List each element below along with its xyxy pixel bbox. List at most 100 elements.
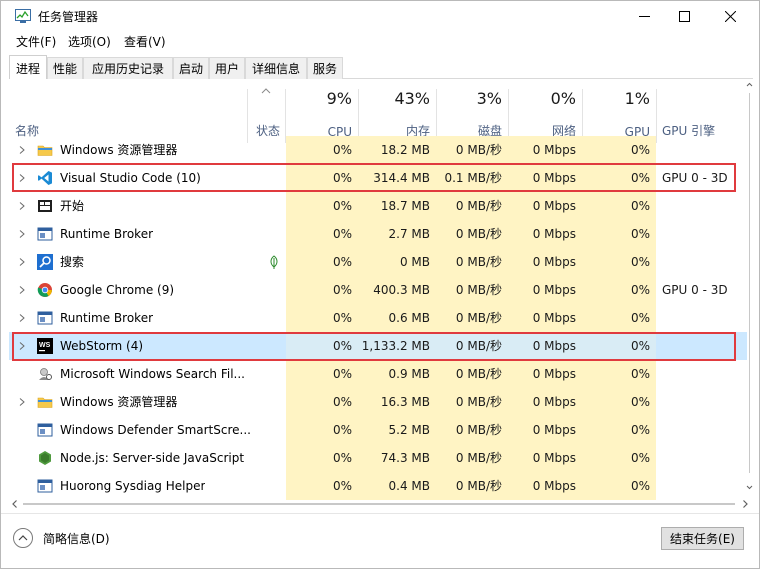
window-app-icon — [37, 422, 53, 438]
process-name: Windows Defender SmartScre... — [60, 423, 250, 437]
gpu-engine-cell — [656, 360, 740, 388]
network-cell: 0 Mbps — [508, 248, 582, 276]
vertical-scrollbar[interactable] — [746, 79, 753, 497]
fewer-details-link[interactable]: 简略信息(D) — [43, 530, 110, 547]
cpu-cell: 0% — [286, 472, 358, 500]
tab-performance[interactable]: 性能 — [47, 57, 83, 79]
table-row[interactable]: Windows Defender SmartScre... 0% 5.2 MB 0 M… — [9, 416, 747, 444]
menu-bar: 文件(F) 选项(O) 查看(V) — [1, 31, 759, 52]
maximize-button[interactable] — [661, 1, 707, 31]
network-cell: 0 Mbps — [508, 220, 582, 248]
annotation-highlight-box — [12, 163, 736, 192]
column-header-name[interactable]: 名称 — [9, 89, 249, 143]
memory-cell: 0.6 MB — [358, 304, 436, 332]
explorer-folder-icon — [37, 394, 53, 410]
tab-startup[interactable]: 启动 — [173, 57, 209, 79]
menu-file[interactable]: 文件(F) — [16, 33, 56, 50]
scroll-up-icon[interactable] — [746, 81, 753, 89]
gpu-cell: 0% — [582, 416, 656, 444]
disk-cell: 0 MB/秒 — [436, 136, 508, 164]
column-header-memory[interactable]: 43% 内存 — [358, 89, 436, 143]
tab-processes[interactable]: 进程 — [9, 55, 47, 80]
process-table: 名称 状态 9% CPU 43% 内存 3% 磁盘 0% 网络 1% GPU G… — [9, 79, 753, 508]
table-row[interactable]: Huorong Sysdiag Helper 0% 0.4 MB 0 MB/秒 0 Mb… — [9, 472, 747, 500]
gpu-cell: 0% — [582, 472, 656, 500]
table-row[interactable]: Microsoft Windows Search Fil... 0% 0.9 MB 0… — [9, 360, 747, 388]
column-header-status[interactable]: 状态 — [248, 89, 286, 143]
footer-bar: 简略信息(D) 结束任务(E) — [1, 513, 759, 563]
column-header-gpu[interactable]: 1% GPU — [582, 89, 656, 143]
network-cell: 0 Mbps — [508, 192, 582, 220]
tab-services[interactable]: 服务 — [307, 57, 343, 79]
expand-chevron-icon[interactable] — [18, 257, 26, 267]
expand-chevron-icon[interactable] — [18, 285, 26, 295]
table-row[interactable]: Windows 资源管理器 0% 16.3 MB 0 MB/秒 0 Mbps 0% — [9, 388, 747, 416]
annotation-highlight-box — [12, 332, 736, 361]
expand-chevron-icon[interactable] — [18, 201, 26, 211]
expand-chevron-icon[interactable] — [18, 397, 26, 407]
network-cell: 0 Mbps — [508, 304, 582, 332]
minimize-icon — [638, 15, 650, 17]
column-header-cpu[interactable]: 9% CPU — [286, 89, 358, 143]
gpu-engine-cell — [656, 192, 740, 220]
memory-cell: 2.7 MB — [358, 220, 436, 248]
window-title: 任务管理器 — [38, 10, 99, 24]
memory-cell: 0 MB — [358, 248, 436, 276]
tab-details[interactable]: 详细信息 — [245, 57, 307, 79]
gpu-total-percent: 1% — [624, 89, 650, 108]
title-bar[interactable]: 任务管理器 — [1, 1, 759, 31]
column-header-disk[interactable]: 3% 磁盘 — [436, 89, 508, 143]
gpu-engine-cell — [656, 472, 740, 500]
cpu-cell: 0% — [286, 248, 358, 276]
disk-cell: 0 MB/秒 — [436, 276, 508, 304]
disk-cell: 0 MB/秒 — [436, 472, 508, 500]
fewer-details-toggle[interactable] — [13, 528, 33, 548]
disk-cell: 0 MB/秒 — [436, 444, 508, 472]
horizontal-scrollbar[interactable] — [9, 497, 753, 511]
menu-options[interactable]: 选项(O) — [68, 33, 111, 50]
search-filter-icon — [37, 366, 53, 382]
vertical-scroll-thumb[interactable] — [749, 93, 750, 473]
network-cell: 0 Mbps — [508, 416, 582, 444]
network-cell: 0 Mbps — [508, 388, 582, 416]
table-row[interactable]: Node.js: Server-side JavaScript 0% 74.3 MB… — [9, 444, 747, 472]
table-row[interactable]: Windows 资源管理器 0% 18.2 MB 0 MB/秒 0 Mbps 0% — [9, 136, 747, 164]
task-manager-window: 任务管理器 文件(F) 选项(O) 查看(V) 进程 性能 应用历史记录 启动 … — [0, 0, 760, 569]
table-row[interactable]: Runtime Broker 0% 2.7 MB 0 MB/秒 0 Mbps 0% — [9, 220, 747, 248]
horizontal-scroll-thumb[interactable] — [23, 503, 735, 505]
network-cell: 0 Mbps — [508, 136, 582, 164]
process-name: Huorong Sysdiag Helper — [60, 479, 206, 493]
scroll-down-icon[interactable] — [746, 483, 753, 491]
tab-app-history[interactable]: 应用历史记录 — [83, 57, 173, 79]
end-task-button[interactable]: 结束任务(E) — [661, 527, 744, 550]
tab-bar: 进程 性能 应用历史记录 启动 用户 详细信息 服务 — [9, 55, 753, 80]
tab-users[interactable]: 用户 — [209, 57, 245, 79]
table-row[interactable]: 开始 0% 18.7 MB 0 MB/秒 0 Mbps 0% — [9, 192, 747, 220]
table-row[interactable]: Runtime Broker 0% 0.6 MB 0 MB/秒 0 Mbps 0% — [9, 304, 747, 332]
scroll-right-icon[interactable] — [741, 499, 749, 509]
gpu-cell: 0% — [582, 304, 656, 332]
column-header-network[interactable]: 0% 网络 — [508, 89, 582, 143]
disk-cell: 0 MB/秒 — [436, 304, 508, 332]
memory-cell: 5.2 MB — [358, 416, 436, 444]
expand-chevron-icon[interactable] — [18, 145, 26, 155]
cpu-cell: 0% — [286, 276, 358, 304]
window-app-icon — [37, 310, 53, 326]
menu-view[interactable]: 查看(V) — [124, 33, 166, 50]
table-row[interactable]: 搜索 0% 0 MB 0 MB/秒 0 Mbps 0% — [9, 248, 747, 276]
search-icon — [37, 254, 53, 270]
scroll-left-icon[interactable] — [11, 499, 19, 509]
column-header-gpu-engine[interactable]: GPU 引擎 — [656, 89, 746, 143]
gpu-cell: 0% — [582, 444, 656, 472]
process-name: Windows 资源管理器 — [60, 143, 178, 157]
close-button[interactable] — [707, 1, 753, 31]
expand-chevron-icon[interactable] — [18, 229, 26, 239]
maximize-icon — [678, 10, 690, 22]
gpu-engine-cell — [656, 136, 740, 164]
disk-cell: 0 MB/秒 — [436, 416, 508, 444]
nodejs-icon — [37, 450, 53, 466]
cpu-cell: 0% — [286, 388, 358, 416]
table-row[interactable]: Google Chrome (9) 0% 400.3 MB 0 MB/秒 0 Mbps 0… — [9, 276, 747, 304]
expand-chevron-icon[interactable] — [18, 313, 26, 323]
memory-cell: 0.4 MB — [358, 472, 436, 500]
